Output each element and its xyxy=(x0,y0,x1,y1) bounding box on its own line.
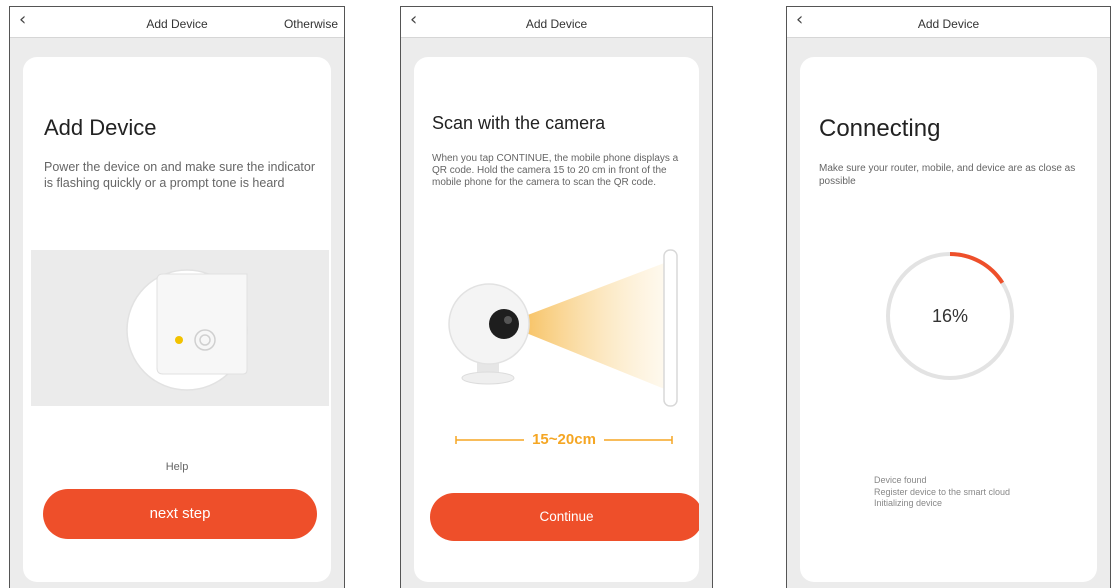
screen-add-device: ‹ Add Device Otherwise Add Device Power … xyxy=(9,6,345,588)
instruction-text: When you tap CONTINUE, the mobile phone … xyxy=(432,153,679,189)
status-item: Device found xyxy=(874,475,927,485)
indicator-light-icon xyxy=(175,336,183,344)
camera-scan-illustration xyxy=(434,240,699,410)
distance-indicator: 15~20cm xyxy=(454,430,674,450)
distance-label: 15~20cm xyxy=(532,431,596,448)
device-indicator-illustration xyxy=(31,250,329,406)
nav-bar: ‹ Add Device xyxy=(787,7,1110,38)
content-card: Scan with the camera When you tap CONTIN… xyxy=(414,57,699,582)
progress-percent: 16% xyxy=(931,306,969,326)
page-heading: Scan with the camera xyxy=(432,113,606,133)
status-list: Device found Register device to the smar… xyxy=(874,475,1010,510)
instruction-text: Make sure your router, mobile, and devic… xyxy=(819,163,1076,187)
nav-bar: ‹ Add Device Otherwise xyxy=(10,7,344,38)
status-item: Register device to the smart cloud xyxy=(874,486,1011,497)
nav-bar: ‹ Add Device xyxy=(401,7,712,38)
page-heading: Connecting xyxy=(819,115,941,142)
page-heading: Add Device xyxy=(44,115,157,140)
nav-title: Add Device xyxy=(525,17,588,31)
screen-scan-camera: ‹ Add Device Scan with the camera When y… xyxy=(400,6,713,588)
help-link[interactable]: Help xyxy=(23,461,331,473)
next-step-button[interactable]: next step xyxy=(43,489,317,539)
nav-title: Add Device xyxy=(917,17,980,31)
otherwise-link[interactable]: Otherwise xyxy=(284,17,338,31)
instruction-text: Power the device on and make sure the in… xyxy=(44,160,315,190)
screen-connecting: ‹ Add Device Connecting Make sure your r… xyxy=(786,6,1111,588)
continue-button[interactable]: Continue xyxy=(430,493,699,541)
content-card: Add Device Power the device on and make … xyxy=(23,57,331,582)
content-card: Connecting Make sure your router, mobile… xyxy=(800,57,1097,582)
phone-icon xyxy=(663,249,678,407)
status-item: Initializing device xyxy=(874,498,943,509)
